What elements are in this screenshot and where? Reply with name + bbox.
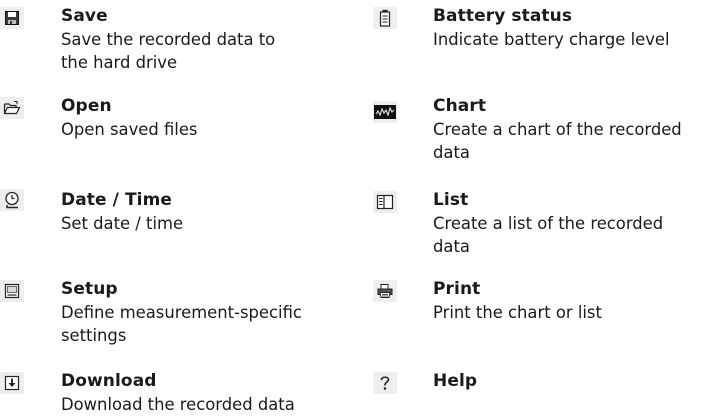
entry-title: Chart	[433, 96, 487, 116]
entry-description: Indicate battery charge level	[433, 30, 670, 49]
entry-title: Save	[61, 6, 108, 26]
entry-title: Setup	[61, 279, 118, 299]
entry-description: Create a list of the recorded data	[433, 214, 664, 256]
chart-icon	[373, 101, 397, 123]
setup-icon	[0, 280, 24, 302]
entry-battery-status-text: Battery status Indicate battery charge l…	[433, 5, 708, 51]
entry-description: Define measurement-specific settings	[61, 303, 302, 345]
entry-title: Open	[61, 96, 112, 116]
entry-description: Save the recorded data to the hard drive	[61, 30, 276, 72]
entry-title: Help	[433, 371, 478, 391]
entry-chart-text: Chart Create a chart of the recorded dat…	[433, 95, 708, 164]
open-folder-icon	[0, 97, 24, 119]
entry-title: Download	[61, 371, 157, 391]
print-icon	[373, 280, 397, 302]
entry-save-text: Save Save the recorded data to the hard …	[61, 5, 350, 74]
entry-open-text: Open Open saved files	[61, 95, 350, 141]
entry-title: Date / Time	[61, 190, 173, 210]
entry-description: Create a chart of the recorded data	[433, 120, 682, 162]
entry-setup-text: Setup Define measurement-specific settin…	[61, 278, 350, 347]
help-icon	[373, 372, 397, 394]
save-icon	[0, 7, 24, 29]
entry-description: Print the chart or list	[433, 303, 602, 322]
entry-description: Set date / time	[61, 214, 184, 233]
entry-date-time-text: Date / Time Set date / time	[61, 189, 350, 235]
battery-icon	[373, 7, 397, 29]
entry-list-text: List Create a list of the recorded data	[433, 189, 708, 258]
list-icon	[373, 191, 397, 213]
entry-help-text: Help	[433, 370, 708, 393]
clock-icon	[0, 189, 24, 211]
entry-print-text: Print Print the chart or list	[433, 278, 708, 324]
entry-title: List	[433, 190, 469, 210]
download-icon	[0, 372, 24, 394]
entry-title: Print	[433, 279, 481, 299]
entry-description: Open saved files	[61, 120, 198, 139]
entry-download-text: Download Download the recorded data	[61, 370, 350, 416]
entry-title: Battery status	[433, 6, 573, 26]
